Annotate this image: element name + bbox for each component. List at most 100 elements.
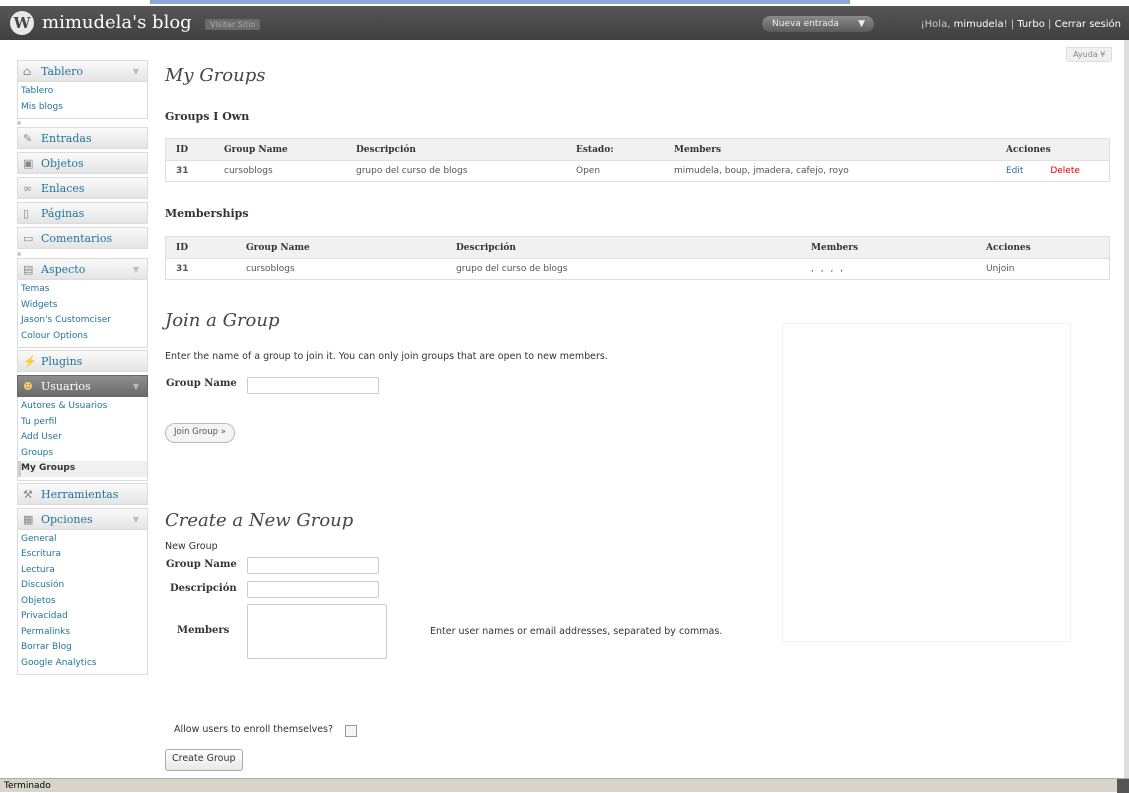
column-header: Group Name <box>236 236 446 259</box>
chevron-down-icon[interactable]: ▼ <box>133 61 139 83</box>
delete-link[interactable]: Delete <box>1050 166 1080 176</box>
greeting-suffix: ! <box>1003 19 1008 30</box>
menu-tablero[interactable]: ⌂ Tablero ▼ <box>17 60 148 82</box>
table-header-row: ID Group Name Descripción Estado: Member… <box>165 138 1110 161</box>
menu-opciones-label: Opciones <box>41 512 93 526</box>
submenu-item[interactable]: Add User <box>18 430 147 446</box>
menu-aspecto-label: Aspecto <box>41 263 86 276</box>
help-button[interactable]: Ayuda ¥ <box>1066 47 1113 62</box>
submenu-item[interactable]: Escritura <box>18 547 147 563</box>
status-text: Terminado <box>4 781 51 791</box>
group-description: grupo del curso de blogs <box>356 166 468 176</box>
submenu-item[interactable]: Temas <box>18 282 147 298</box>
scrollbar[interactable] <box>1124 40 1129 778</box>
tools-icon: ⚒ <box>23 487 33 501</box>
enroll-label: Allow users to enroll themselves? <box>174 724 334 735</box>
unjoin-link[interactable]: Unjoin <box>976 259 1110 280</box>
blank-panel <box>782 323 1071 642</box>
submenu-item[interactable]: Jason's Customciser <box>18 313 147 329</box>
menu-comentarios-label: Comentarios <box>41 232 113 245</box>
create-members-textarea[interactable] <box>247 604 387 659</box>
submenu-item[interactable]: Mis blogs <box>18 100 147 116</box>
menu-comentarios[interactable]: ▭ Comentarios <box>17 227 148 249</box>
create-group-name-input[interactable] <box>247 557 379 574</box>
submenu-item[interactable]: Lectura <box>18 563 147 579</box>
create-members-hint: Enter user names or email addresses, sep… <box>430 626 723 637</box>
chevron-down-icon[interactable]: ▼ <box>133 509 139 531</box>
submenu-item[interactable]: General <box>18 532 147 548</box>
join-group-name-input[interactable] <box>247 377 379 394</box>
memberships-table: ID Group Name Descripción Members Accion… <box>165 236 1110 280</box>
edit-link[interactable]: Edit <box>1006 166 1023 176</box>
submenu-item-current[interactable]: My Groups <box>18 461 147 477</box>
new-entry-label: Nueva entrada <box>772 19 839 29</box>
menu-objetos[interactable]: ▣ Objetos <box>17 152 148 174</box>
logout-link[interactable]: Cerrar sesión <box>1055 19 1121 30</box>
submenu-aspecto: Temas Widgets Jason's Customciser Colour… <box>17 280 148 348</box>
resize-grip-icon[interactable] <box>1117 779 1129 793</box>
column-header: Descripción <box>346 138 566 161</box>
create-description-label: Descripción <box>170 583 237 594</box>
chevron-down-icon[interactable]: ▼ <box>133 376 139 398</box>
submenu-item[interactable]: Tu perfil <box>18 415 147 431</box>
link-icon: ∞ <box>23 182 33 195</box>
submenu-item[interactable]: Groups <box>18 446 147 462</box>
enroll-checkbox[interactable] <box>345 725 357 737</box>
membership-description: grupo del curso de blogs <box>456 264 568 274</box>
menu-usuarios[interactable]: ☻ Usuarios ▼ <box>17 375 148 397</box>
column-header: ID <box>165 236 236 259</box>
site-title[interactable]: mimudela's blog <box>42 12 192 33</box>
groups-i-own-heading: Groups I Own <box>165 110 250 123</box>
submenu-item[interactable]: Autores & Usuarios <box>18 399 147 415</box>
submenu-item[interactable]: Discusión <box>18 578 147 594</box>
menu-opciones[interactable]: ▦ Opciones ▼ <box>17 507 148 531</box>
column-header: Estado: <box>566 138 664 161</box>
submenu-item[interactable]: Tablero <box>18 84 147 100</box>
menu-entradas-label: Entradas <box>41 132 92 145</box>
column-header: Group Name <box>214 138 346 161</box>
create-group-subtitle: New Group <box>165 541 218 552</box>
chevron-down-icon[interactable]: ▼ <box>858 16 865 32</box>
column-header: Members <box>801 236 976 259</box>
create-group-button[interactable]: Create Group <box>165 749 243 771</box>
new-entry-button[interactable]: Nueva entrada ▼ <box>762 16 874 32</box>
join-group-name-label: Group Name <box>166 378 237 389</box>
menu-objetos-label: Objetos <box>41 157 84 170</box>
home-icon: ⌂ <box>23 65 32 78</box>
table-row: 31 cursoblogs grupo del curso de blogs O… <box>166 161 1110 182</box>
submenu-item[interactable]: Permalinks <box>18 625 147 641</box>
menu-herramientas[interactable]: ⚒ Herramientas <box>17 482 148 505</box>
menu-paginas[interactable]: ▯ Páginas <box>17 202 148 224</box>
submenu-item[interactable]: Google Analytics <box>18 656 147 672</box>
appearance-icon: ▤ <box>23 263 34 276</box>
submenu-opciones: General Escritura Lectura Discusión Obje… <box>17 529 148 675</box>
group-status: Open <box>576 166 601 176</box>
membership-members: , , , , <box>811 264 846 274</box>
submenu-item[interactable]: Colour Options <box>18 329 147 345</box>
visit-site-button[interactable]: Visitar Sitio <box>205 19 261 30</box>
menu-enlaces[interactable]: ∞ Enlaces <box>17 177 148 199</box>
submenu-item[interactable]: Widgets <box>18 298 147 314</box>
menu-entradas[interactable]: ✎ Entradas <box>17 127 148 149</box>
join-group-button[interactable]: Join Group » <box>165 423 235 443</box>
users-icon: ☻ <box>23 380 33 393</box>
username-link[interactable]: mimudela <box>954 19 1004 30</box>
submenu-item[interactable]: Objetos <box>18 594 147 610</box>
submenu-usuarios: Autores & Usuarios Tu perfil Add User Gr… <box>17 397 148 481</box>
join-group-title: Join a Group <box>165 310 280 331</box>
plug-icon: ⚡ <box>23 355 37 368</box>
admin-sidebar: ⌂ Tablero ▼ Tablero Mis blogs ✎ Entradas… <box>17 60 148 677</box>
column-header: Acciones <box>996 138 1110 161</box>
column-header: Descripción <box>446 236 801 259</box>
admin-header: W mimudela's blog Visitar Sitio Nueva en… <box>0 6 1129 40</box>
chevron-down-icon[interactable]: ▼ <box>133 259 139 281</box>
menu-plugins[interactable]: ⚡ Plugins <box>17 350 148 372</box>
join-group-text: Enter the name of a group to join it. Yo… <box>165 351 608 362</box>
submenu-item[interactable]: Borrar Blog <box>18 640 147 656</box>
create-description-input[interactable] <box>247 581 379 598</box>
menu-aspecto[interactable]: ▤ Aspecto ▼ <box>17 258 148 280</box>
turbo-link[interactable]: Turbo <box>1017 19 1045 30</box>
group-members: mimudela, boup, jmadera, cafejo, royo <box>674 166 849 176</box>
menu-herramientas-label: Herramientas <box>41 487 119 501</box>
submenu-item[interactable]: Privacidad <box>18 609 147 625</box>
